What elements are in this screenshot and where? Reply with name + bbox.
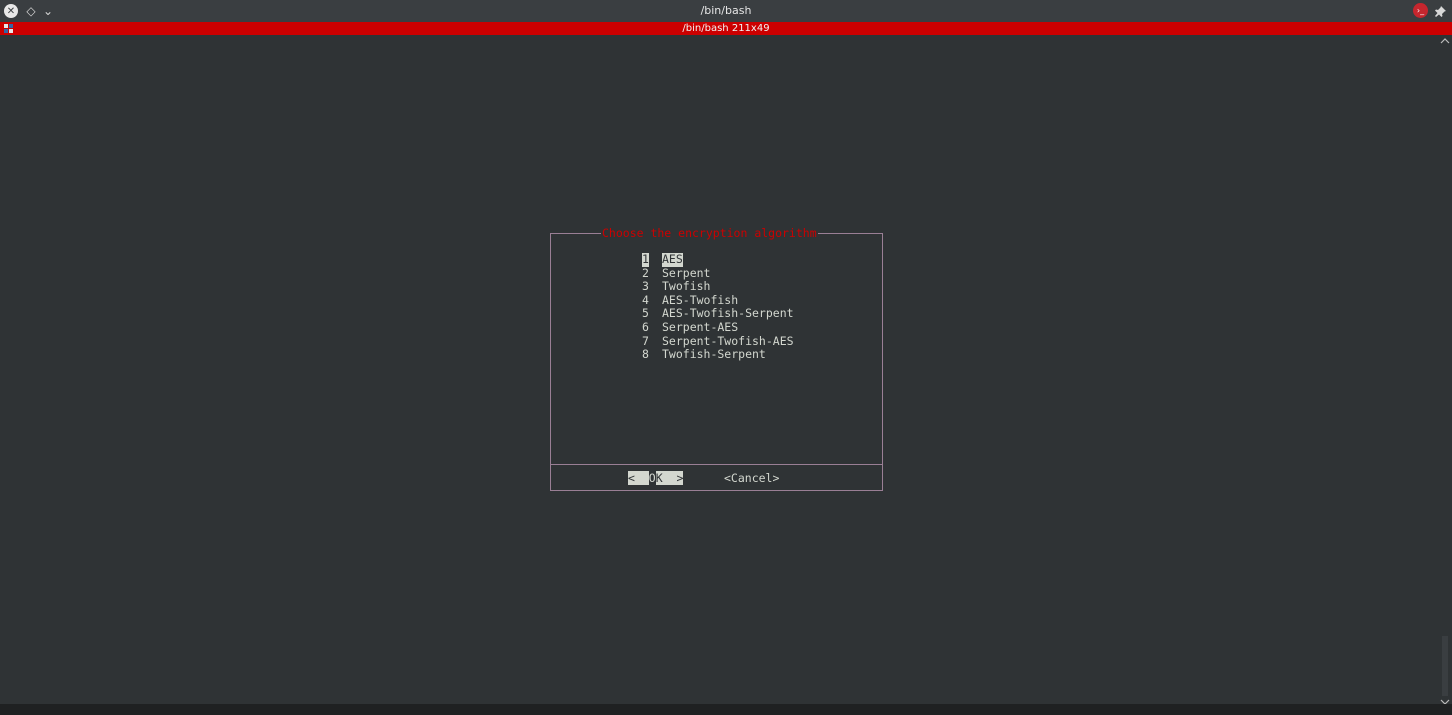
terminal-app-icon: ›_ [1413, 3, 1428, 18]
menu-item[interactable]: 6 Serpent-AES [642, 319, 738, 335]
terminal-window: ✕ ◇ ⌄ /bin/bash ›_ /bin/bash 211x49 Choo… [0, 0, 1452, 715]
menu-item-label: AES-Twofish-Serpent [662, 306, 794, 321]
menu-item[interactable]: 5 AES-Twofish-Serpent [642, 306, 794, 321]
menu-item[interactable]: 3 Twofish [642, 279, 710, 294]
menu-item-label: Twofish-Serpent [662, 347, 766, 362]
menu-item[interactable]: 7 Serpent-Twofish-AES [642, 333, 794, 349]
dialog-separator [551, 464, 882, 465]
menu-item-number: 6 [642, 319, 649, 334]
window-title: /bin/bash [700, 4, 752, 17]
menu-item-label: Serpent-AES [662, 319, 739, 334]
cancel-button[interactable]: <Cancel> [724, 471, 779, 485]
menu-item-label: AES-Twofish [662, 292, 739, 307]
scrollbar[interactable] [1439, 36, 1451, 712]
algorithm-menu: 1 AES 2 Serpent 3 Twofish 4 AES-Twofish 5 AES-Two… [642, 252, 794, 362]
menu-item[interactable]: 1 AES [642, 252, 683, 267]
menu-item-label: Twofish [662, 279, 711, 294]
menu-item-number: 2 [642, 265, 649, 280]
scroll-up-icon[interactable] [1439, 37, 1451, 47]
menu-item[interactable]: 2 Serpent [642, 265, 710, 281]
pin-glyph-icon [1434, 5, 1446, 17]
scroll-thumb[interactable] [1442, 636, 1448, 696]
title-bar: ✕ ◇ ⌄ /bin/bash ›_ [0, 0, 1452, 22]
tab-bar: /bin/bash 211x49 [0, 22, 1452, 35]
menu-item-number: 3 [642, 279, 649, 294]
ok-left-bracket: < [628, 471, 649, 485]
ok-right-bracket: K > [655, 471, 684, 485]
menu-item[interactable]: 8 Twofish-Serpent [642, 347, 766, 362]
menu-item[interactable]: 4 AES-Twofish [642, 292, 738, 308]
pin-icon[interactable] [1432, 3, 1448, 19]
menu-item-label: Serpent [662, 265, 711, 280]
menu-item-label: AES [662, 252, 683, 267]
dialog-title: Choose the encryption algorithm [601, 225, 818, 241]
menu-item-number: 8 [642, 347, 649, 362]
menu-item-number: 5 [642, 306, 649, 321]
tab-title[interactable]: /bin/bash 211x49 [0, 22, 1452, 35]
encryption-dialog: Choose the encryption algorithm 1 AES 2 Ser… [550, 225, 883, 491]
ok-button[interactable]: < OK > [628, 471, 684, 485]
chevron-up-icon [1440, 38, 1450, 44]
ok-hotkey: O [648, 471, 656, 485]
menu-item-label: Serpent-Twofish-AES [662, 333, 794, 348]
window-bottom-edge [0, 704, 1452, 715]
menu-item-number: 1 [642, 252, 649, 267]
menu-item-number: 4 [642, 292, 649, 307]
menu-item-number: 7 [642, 333, 649, 348]
